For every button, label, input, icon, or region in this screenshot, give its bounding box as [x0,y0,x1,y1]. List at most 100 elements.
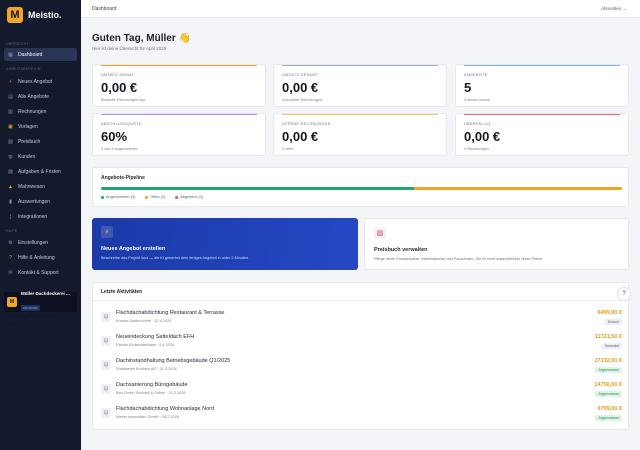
sidebar-item-label: Einstellungen [18,239,49,246]
sidebar-item-label: Hilfe & Anleitung [18,254,55,261]
legend-label: Abgelehnt (0) [180,195,204,199]
status-badge: Entwurf [604,319,622,325]
mail-icon: ✉ [8,269,13,276]
price-book-card[interactable]: ▧ Preisbuch verwalten Pflege deine Stund… [364,218,629,270]
logout-button[interactable]: Abmelden → [601,6,627,11]
avatar: M [7,297,17,307]
legal-links: Impressum · Datenschutz · AGB [6,317,56,321]
brand[interactable]: M Meistio. [7,7,62,23]
stat-label: Umsatz Monat [101,73,135,77]
price-card-description: Pflege deine Stundensätze, Materialpreis… [374,257,544,261]
legend-dot [175,195,179,199]
sidebar-item-alle-angebote[interactable]: ▤ Alle Angebote [4,90,77,103]
status-badge: Angenommen [595,391,622,397]
row-subtitle: Richter Einfamilienhaus · 5.4.2026 [116,343,175,347]
stat-card-ueberfaellig[interactable]: Überfällig 0,00 € 0 Rechnungen [455,113,629,156]
sidebar-item-rechnungen[interactable]: ▥ Rechnungen [4,105,77,118]
legend-label: Angenommen (3) [106,195,136,199]
document-icon: ▤ [101,336,111,346]
pipeline-segment-angenommen [101,187,414,190]
sidebar-item-kunden[interactable]: ◍ Kunden [4,150,77,163]
stat-card-umsatz-monat[interactable]: Umsatz Monat 0,00 € Bezahlte Rechnungen … [92,64,266,107]
sidebar-item-label: Mahnwesen [18,183,45,190]
sidebar-item-preisbuch[interactable]: ▧ Preisbuch [4,135,77,148]
document-icon: ▤ [8,93,13,100]
activity-row[interactable]: ▤ Neueindeckung Satteldach EFH Richter E… [93,331,630,355]
stat-card-angebote[interactable]: Angebote 5 0 diesen Monat [455,64,629,107]
stat-accent [101,114,257,115]
sidebar-item-integrationen[interactable]: ¦ Integrationen [4,210,77,223]
sidebar-item-hilfe[interactable]: ? Hilfe & Anleitung [4,251,77,264]
pipeline-bar [101,187,622,190]
stat-sub: 0 diesen Monat [464,98,490,102]
price-card-title: Preisbuch verwalten [374,247,428,253]
row-amount: 9799,00 € [597,406,622,412]
stat-label: Überfällig [464,122,491,126]
activity-row[interactable]: ▤ Flachdachabdichtung Wohnanlage Nord We… [93,403,630,427]
sidebar-item-auswertungen[interactable]: ▮ Auswertungen [4,195,77,208]
row-title: Flachdachabdichtung Wohnanlage Nord [116,406,215,412]
legend-label: Offen (2) [150,195,166,199]
chart-icon: ▮ [9,198,12,205]
account-card[interactable]: M Müller Dachdeckerei ... ENTWURF [4,290,77,312]
stat-sub: 3 von 5 angenommen [101,147,138,151]
help-icon: ? [9,254,12,261]
sidebar-item-mahnwesen[interactable]: ▲ Mahnwesen [4,180,77,193]
datenschutz-link[interactable]: Datenschutz [26,317,45,321]
row-amount: 14756,00 € [594,382,622,388]
sidebar-item-label: Integrationen [18,213,48,220]
activity-row[interactable]: ▤ Dachinstandhaltung Betriebsgebäude Q1/… [93,355,630,379]
cta-description: Beschreibe das Projekt kurz — die KI gen… [101,256,250,260]
help-button[interactable]: ? [617,287,631,301]
book-icon: ▧ [374,227,386,239]
grid-icon: ▦ [8,51,13,58]
stat-value: 0,00 € [464,129,501,144]
stat-label: Umsatz Gesamt [282,73,319,77]
brand-name: Meistio. [28,10,62,20]
row-amount: 11721,50 € [594,334,622,340]
stat-label: Offene Rechnungen [282,122,331,126]
impressum-link[interactable]: Impressum [6,317,23,321]
activity-row[interactable]: ▤ Dachsanierung Bürogebäude Bau GmbH Sch… [93,379,630,403]
sidebar-item-einstellungen[interactable]: ⚙ Einstellungen [4,236,77,249]
activity-card: Letzte Aktivitäten ▤ Flachdachabdichtung… [92,282,629,430]
stat-card-offene-rechnungen[interactable]: Offene Rechnungen 0,00 € 0 offen [273,113,447,156]
stat-card-umsatz-gesamt[interactable]: Umsatz Gesamt 0,00 € 0 bezahlte Rechnung… [273,64,447,107]
greeting-title: Guten Tag, Müller 👋 [92,33,191,44]
sidebar-item-label: Alle Angebote [18,93,49,100]
agb-link[interactable]: AGB [49,317,56,321]
legend-dot [145,195,149,199]
legend-angenommen: Angenommen (3) [101,195,135,199]
brand-logo-icon: M [7,7,23,23]
lightning-icon: ⚡ [101,226,113,238]
nav-section-work: Arbeitsbereich [6,67,41,71]
sidebar-item-kontakt[interactable]: ✉ Kontakt & Support [4,266,77,279]
book-icon: ▧ [8,138,13,145]
row-title: Neueindeckung Satteldach EFH [116,334,195,340]
sidebar-item-neues-angebot[interactable]: ⚡ Neues Angebot [4,75,77,88]
page-title: Dashboard [92,6,117,12]
kontakt-link[interactable]: Kontakt [6,325,18,329]
stat-value: 0,00 € [282,80,319,95]
invoice-icon: ▥ [8,108,13,115]
sidebar-item-label: Rechnungen [18,108,47,115]
activity-title: Letzte Aktivitäten [101,289,143,295]
sidebar-item-label: Vorlagen [18,123,38,130]
sidebar-item-dashboard[interactable]: ▦ Dashboard [4,48,77,61]
sidebar-item-aufgaben[interactable]: ▨ Aufgaben & Fristen [4,165,77,178]
activity-row[interactable]: ▤ Flachdachabdichtung Restaurant & Terra… [93,307,630,331]
stat-accent [464,114,620,115]
stat-card-abschlussquote[interactable]: Abschlussquote 60% 3 von 5 angenommen [92,113,266,156]
gear-icon: ⚙ [8,239,13,246]
legend-dot [101,195,104,199]
sidebar-item-vorlagen[interactable]: ▣ Vorlagen [4,120,77,133]
sidebar-item-label: Dashboard [18,51,43,58]
stat-value: 60% [101,129,128,144]
document-icon: ▤ [101,360,111,370]
stat-accent [101,65,257,66]
row-title: Dachinstandhaltung Betriebsgebäude Q1/20… [116,358,231,364]
stat-sub: 0 Rechnungen [464,147,489,151]
account-name: Müller Dachdeckerei ... [21,290,70,296]
new-offer-cta[interactable]: ⚡ Neues Angebot erstellen Beschreibe das… [92,218,358,270]
pipeline-title: Angebots-Pipeline [101,175,145,181]
